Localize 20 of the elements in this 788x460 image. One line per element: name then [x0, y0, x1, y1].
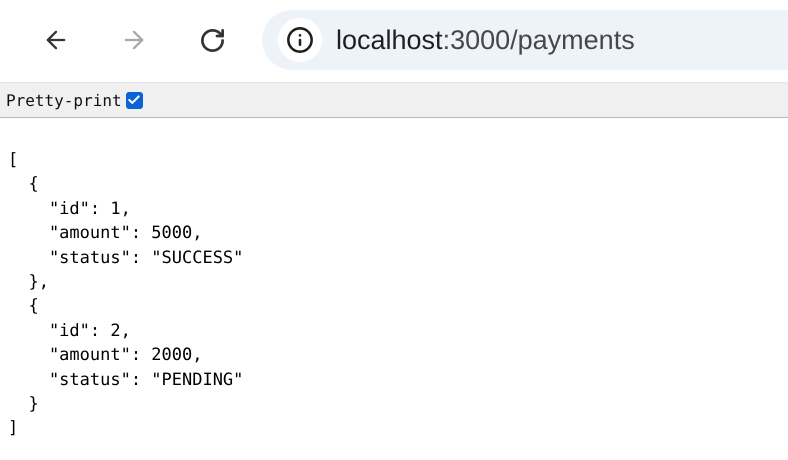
pretty-print-label: Pretty-print: [6, 90, 122, 110]
reload-icon: [198, 26, 226, 54]
site-info-button[interactable]: [278, 18, 322, 62]
json-line: {: [27, 173, 39, 196]
json-line: "id": 1,: [48, 198, 131, 221]
info-icon: [286, 26, 314, 54]
json-line: "status": "SUCCESS": [48, 246, 244, 270]
json-line: [: [8, 149, 18, 172]
json-line: "status": "PENDING": [48, 368, 244, 392]
pretty-print-checkbox[interactable]: [126, 92, 143, 108]
url-text: localhost:3000/payments: [336, 24, 635, 56]
check-icon: [127, 93, 142, 107]
json-line: }: [27, 393, 39, 416]
json-line: {: [27, 295, 39, 318]
json-line: },: [27, 271, 49, 294]
json-line: "amount": 5000,: [48, 222, 202, 246]
json-line: ]: [8, 417, 18, 440]
address-bar[interactable]: localhost:3000/payments: [262, 10, 788, 70]
json-line: "id": 2,: [48, 320, 131, 343]
json-line: "amount": 2000,: [48, 344, 202, 368]
